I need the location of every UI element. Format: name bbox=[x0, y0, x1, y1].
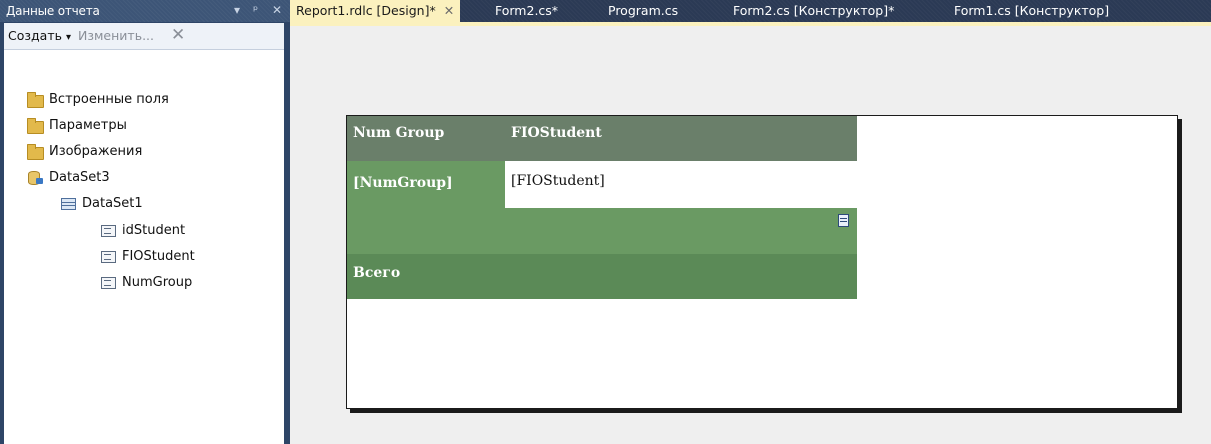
tree-item-label: FIOStudent bbox=[122, 248, 195, 264]
field-icon bbox=[100, 275, 116, 289]
tree-item-builtin-fields[interactable]: Встроенные поля bbox=[27, 88, 169, 110]
total-value-cell[interactable] bbox=[505, 254, 857, 299]
tree-item-field-idstudent[interactable]: idStudent bbox=[100, 219, 185, 241]
tab-label: Form1.cs [Конструктор] bbox=[954, 3, 1110, 18]
tree-item-label: DataSet1 bbox=[82, 195, 143, 211]
tab-form2-cs[interactable]: Form2.cs* bbox=[495, 0, 558, 22]
panel-dropdown-icon[interactable]: ▾ bbox=[234, 3, 240, 17]
create-dropdown-icon: ▾ bbox=[65, 32, 71, 43]
edit-button[interactable]: Изменить... bbox=[78, 28, 154, 43]
panel-title: Данные отчета bbox=[6, 4, 100, 18]
create-label: Создать bbox=[8, 28, 62, 43]
tree-item-label: Параметры bbox=[49, 117, 127, 133]
panel-title-bar: Данные отчета ▾ ᵖ ✕ bbox=[0, 0, 290, 22]
group-detail-row[interactable] bbox=[505, 208, 857, 254]
table-icon bbox=[60, 196, 76, 210]
tab-label: Form2.cs* bbox=[495, 3, 559, 18]
document-tab-strip: Report1.rdlc [Design]* ✕ Form2.cs* Progra… bbox=[290, 0, 1211, 22]
tree-item-label: Изображения bbox=[49, 143, 143, 159]
tree-item-label: Встроенные поля bbox=[49, 91, 169, 107]
tab-label: Program.cs bbox=[608, 3, 679, 18]
cell-properties-icon[interactable] bbox=[838, 214, 849, 227]
pin-icon[interactable]: ᵖ bbox=[253, 3, 258, 17]
folder-icon bbox=[27, 92, 44, 108]
tab-label: Form2.cs [Конструктор]* bbox=[733, 3, 895, 18]
tree-item-field-fiostudent[interactable]: FIOStudent bbox=[100, 245, 195, 267]
report-design-surface[interactable]: Num Group FIOStudent [NumGroup] [FIOStud… bbox=[290, 22, 1211, 444]
tree-item-dataset1[interactable]: DataSet1 bbox=[60, 192, 143, 214]
panel-toolbar: Создать ▾ Изменить... ✕ bbox=[4, 23, 284, 50]
data-tree: Встроенные поля Параметры Изображения Da… bbox=[4, 50, 284, 444]
report-data-panel: Данные отчета ▾ ᵖ ✕ Создать ▾ Изменить..… bbox=[0, 0, 290, 444]
tree-item-field-numgroup[interactable]: NumGroup bbox=[100, 271, 192, 293]
report-body[interactable]: Num Group FIOStudent [NumGroup] [FIOStud… bbox=[346, 115, 1178, 409]
tab-program-cs[interactable]: Program.cs bbox=[608, 0, 678, 22]
tree-item-images[interactable]: Изображения bbox=[27, 140, 142, 162]
create-button[interactable]: Создать ▾ bbox=[8, 28, 71, 43]
dataset-icon bbox=[27, 170, 43, 185]
tree-item-label: idStudent bbox=[122, 222, 186, 238]
total-label-cell[interactable]: Всего bbox=[347, 254, 505, 299]
tab-form2-designer[interactable]: Form2.cs [Конструктор]* bbox=[733, 0, 894, 22]
tree-item-label: DataSet3 bbox=[49, 169, 110, 185]
header-cell-num-group[interactable]: Num Group bbox=[347, 116, 505, 161]
tab-close-icon[interactable]: ✕ bbox=[444, 3, 454, 18]
detail-cell-fiostudent[interactable]: [FIOStudent] bbox=[505, 161, 857, 208]
tab-report1-design[interactable]: Report1.rdlc [Design]* ✕ bbox=[290, 0, 461, 22]
tree-item-parameters[interactable]: Параметры bbox=[27, 114, 127, 136]
header-cell-fiostudent[interactable]: FIOStudent bbox=[505, 116, 857, 161]
folder-icon bbox=[27, 118, 44, 134]
panel-close-icon[interactable]: ✕ bbox=[272, 3, 282, 17]
tab-form1-designer[interactable]: Form1.cs [Конструктор] bbox=[954, 0, 1109, 22]
delete-icon[interactable]: ✕ bbox=[171, 25, 185, 45]
field-icon bbox=[100, 249, 116, 263]
field-icon bbox=[100, 223, 116, 237]
tree-item-dataset3[interactable]: DataSet3 bbox=[27, 166, 110, 188]
tree-item-label: NumGroup bbox=[122, 274, 193, 290]
group-cell-numgroup[interactable]: [NumGroup] bbox=[347, 161, 505, 254]
tab-label: Report1.rdlc [Design]* bbox=[296, 3, 436, 18]
folder-icon bbox=[27, 144, 44, 160]
